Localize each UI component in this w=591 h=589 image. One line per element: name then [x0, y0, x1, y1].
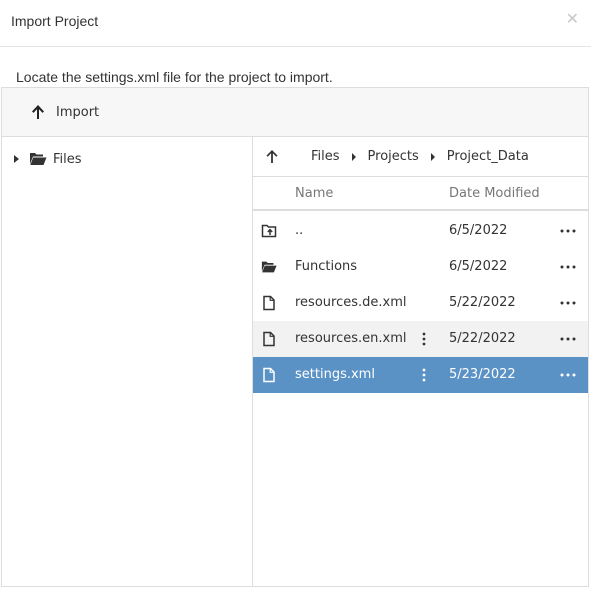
column-menu-icon[interactable]	[421, 331, 427, 347]
file-row-settings[interactable]: settings.xml 5/23/2022	[253, 357, 588, 393]
file-name: resources.de.xml	[295, 295, 407, 310]
breadcrumb-project-data[interactable]: Project_Data	[447, 149, 529, 164]
folder-open-icon	[30, 153, 47, 165]
breadcrumb-projects[interactable]: Projects	[368, 149, 419, 164]
folder-tree: Files	[2, 137, 253, 586]
file-date: 5/22/2022	[449, 331, 516, 346]
file-manager: Import Files Files Projects Project_Data…	[1, 87, 589, 587]
import-button[interactable]: Import	[30, 101, 99, 123]
column-menu-icon[interactable]	[421, 367, 427, 383]
file-list: .. 6/5/2022 Functions 6/5/2022 resources…	[253, 213, 588, 393]
breadcrumb-separator-icon	[430, 152, 435, 161]
grid-header: Name Date Modified	[253, 177, 588, 211]
more-options-icon[interactable]	[559, 331, 577, 347]
breadcrumb-separator-icon	[351, 152, 356, 161]
more-options-icon[interactable]	[559, 223, 577, 239]
file-icon	[263, 295, 275, 311]
tree-node-files[interactable]: Files	[14, 151, 82, 167]
breadcrumb: Files Projects Project_Data	[253, 137, 588, 177]
file-date: 6/5/2022	[449, 223, 508, 238]
navigate-up-button[interactable]	[253, 137, 291, 177]
file-icon	[263, 331, 275, 347]
file-name: resources.en.xml	[295, 331, 407, 346]
arrow-up-icon	[32, 105, 44, 119]
file-date: 6/5/2022	[449, 259, 508, 274]
folder-up-icon	[261, 224, 277, 238]
more-options-icon[interactable]	[559, 295, 577, 311]
close-icon[interactable]: ✕	[566, 11, 579, 27]
dialog-header: Import Project ✕	[0, 0, 591, 47]
instruction-text: Locate the settings.xml file for the pro…	[16, 69, 333, 85]
file-row-functions[interactable]: Functions 6/5/2022	[253, 249, 588, 285]
more-options-icon[interactable]	[559, 259, 577, 275]
folder-open-icon	[261, 261, 277, 273]
import-label: Import	[56, 104, 100, 120]
more-options-icon[interactable]	[559, 367, 577, 383]
file-name: ..	[295, 223, 304, 238]
file-row-resources-en[interactable]: resources.en.xml 5/22/2022	[253, 321, 588, 357]
column-header-date[interactable]: Date Modified	[449, 186, 540, 201]
file-name: Functions	[295, 259, 358, 274]
breadcrumb-files[interactable]: Files	[311, 149, 340, 164]
toolbar: Import	[2, 88, 588, 137]
file-date: 5/23/2022	[449, 367, 516, 382]
tree-node-label: Files	[53, 151, 82, 167]
file-row-parent[interactable]: .. 6/5/2022	[253, 213, 588, 249]
file-row-resources-de[interactable]: resources.de.xml 5/22/2022	[253, 285, 588, 321]
file-icon	[263, 367, 275, 383]
arrow-up-icon	[266, 150, 278, 163]
file-date: 5/22/2022	[449, 295, 516, 310]
column-header-name[interactable]: Name	[295, 186, 333, 201]
expand-caret-icon[interactable]	[14, 155, 19, 163]
file-name: settings.xml	[295, 367, 375, 382]
dialog-title: Import Project	[11, 13, 99, 29]
file-pane: Files Projects Project_Data Name Date Mo…	[253, 137, 588, 586]
